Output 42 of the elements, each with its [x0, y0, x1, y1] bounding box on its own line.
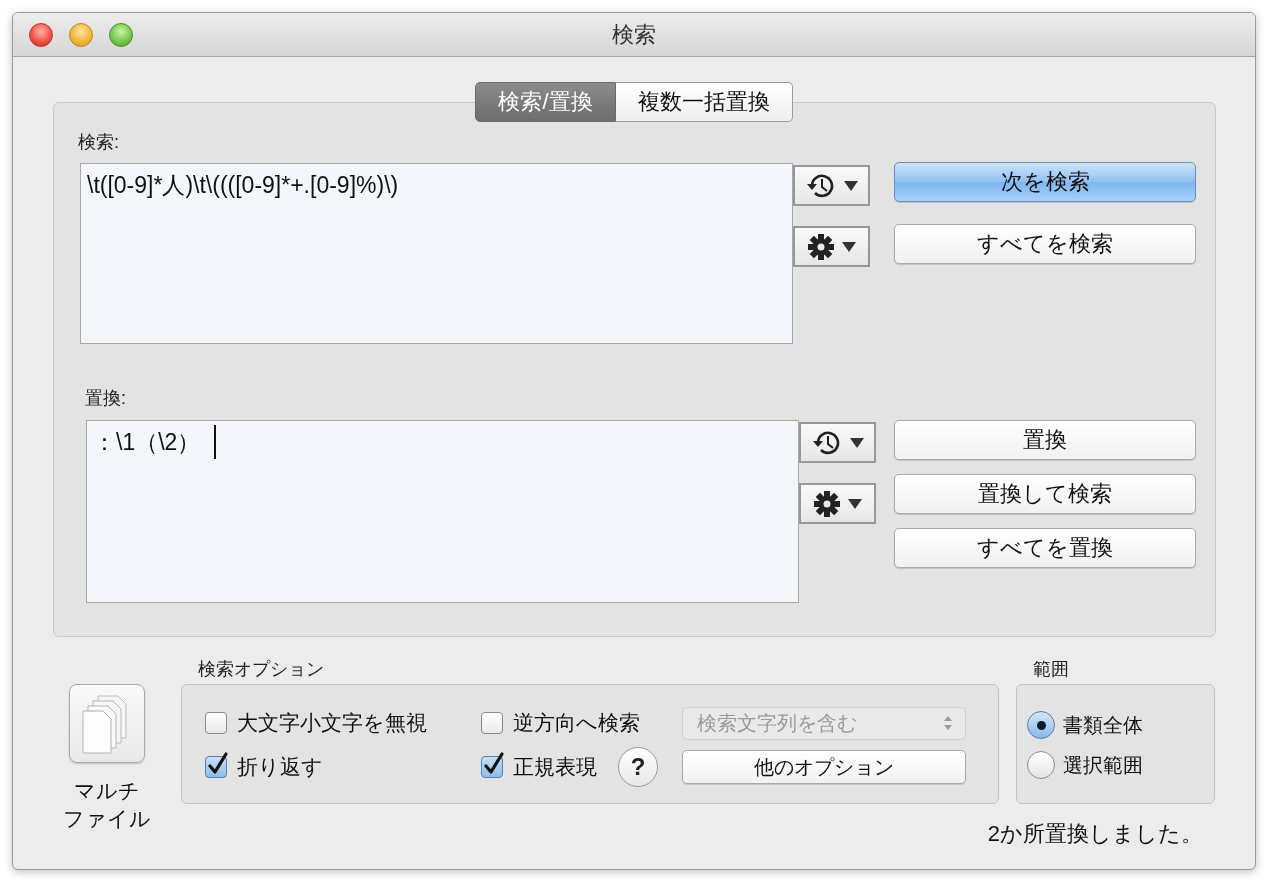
action-button[interactable]: すべてを置換	[894, 528, 1196, 568]
text-cursor	[214, 425, 217, 459]
caret-icon	[847, 498, 862, 509]
multi-file-label: マルチ ファイル	[63, 778, 151, 832]
tab[interactable]: 検索/置換	[475, 82, 616, 122]
tab[interactable]: 複数一括置換	[615, 82, 793, 122]
checkbox-label: 大文字小文字を無視	[237, 710, 427, 736]
checkbox-label: 逆方向へ検索	[513, 710, 640, 736]
caret-icon	[841, 241, 856, 252]
up-down-arrows-icon	[943, 715, 953, 731]
gear-icon	[813, 490, 840, 517]
checkbox[interactable]	[205, 712, 227, 734]
zoom-button[interactable]	[109, 22, 133, 47]
help-button[interactable]: ?	[618, 747, 658, 787]
more-options-button[interactable]: 他のオプション	[682, 750, 966, 784]
checkbox[interactable]	[481, 712, 503, 734]
field-label: 検索:	[78, 131, 120, 153]
caret-icon	[843, 180, 858, 191]
history-menu-button[interactable]	[799, 422, 876, 463]
input-field[interactable]: ：\1（\2）	[86, 420, 799, 603]
action-menu-button[interactable]	[793, 226, 870, 267]
status-message: 2か所置換しました。	[987, 820, 1203, 848]
window-title: 検索	[611, 20, 657, 49]
gear-icon	[807, 233, 834, 260]
caret-icon	[849, 437, 864, 448]
action-button[interactable]: 置換して検索	[894, 474, 1196, 514]
field-label: 置換:	[85, 387, 127, 409]
action-button[interactable]: すべてを検索	[894, 224, 1196, 264]
action-menu-button[interactable]	[799, 483, 876, 524]
checkbox-label: 正規表現	[513, 754, 597, 780]
radio-label: 書類全体	[1063, 712, 1143, 738]
history-menu-button[interactable]	[793, 165, 870, 206]
close-button[interactable]	[29, 22, 53, 47]
checkbox-label: 折り返す	[237, 754, 323, 780]
group-title: 検索オプション	[197, 658, 325, 681]
action-button[interactable]: 次を検索	[894, 162, 1196, 202]
radio-button[interactable]	[1027, 711, 1055, 739]
action-button[interactable]: 置換	[894, 420, 1196, 460]
radio-label: 選択範囲	[1063, 752, 1143, 778]
radio-button[interactable]	[1027, 751, 1055, 779]
group-title: 範囲	[1032, 658, 1070, 681]
input-field[interactable]: \t([0-9]*人)\t\((([0-9]*+.[0-9]%)\)	[80, 163, 793, 344]
